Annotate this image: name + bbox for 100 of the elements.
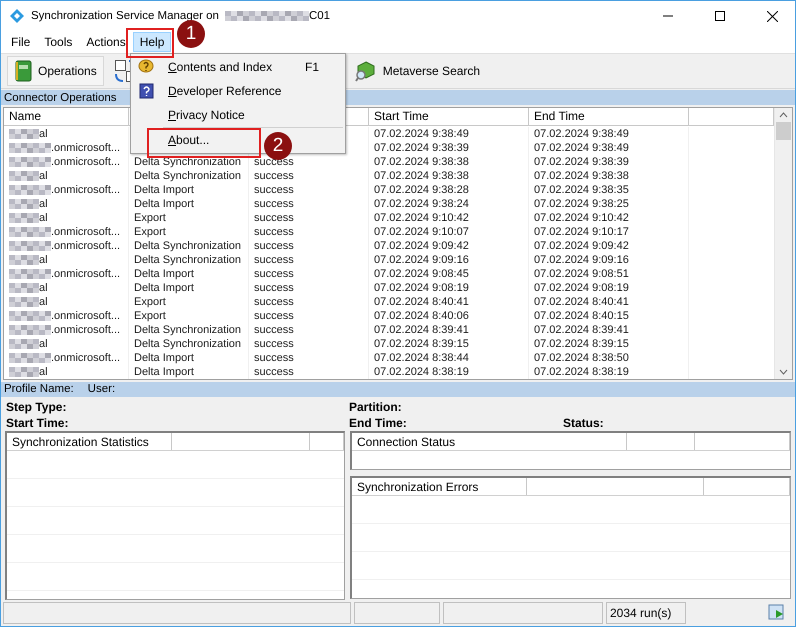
- menu-entry[interactable]: Contents and Index: [168, 60, 272, 74]
- column-header[interactable]: Name: [4, 108, 129, 126]
- help-icon: [138, 59, 154, 75]
- column-header[interactable]: [704, 478, 790, 496]
- table-cell: Delta Synchronization: [129, 252, 249, 267]
- table-cell: 07.02.2024 9:09:16: [369, 252, 529, 267]
- redaction-mosaic: [9, 198, 39, 209]
- table-cell: success: [249, 252, 369, 267]
- table-cell: 07.02.2024 9:08:45: [369, 266, 529, 281]
- column-header[interactable]: [689, 108, 774, 126]
- column-header[interactable]: Synchronization Errors: [352, 478, 527, 496]
- column-header[interactable]: [172, 433, 310, 450]
- redaction-mosaic: [9, 352, 51, 363]
- table-cell: 07.02.2024 8:38:50: [529, 350, 689, 365]
- redaction-mosaic: [9, 310, 51, 321]
- table-cell: 07.02.2024 8:40:41: [529, 294, 689, 309]
- redaction-mosaic: [9, 226, 51, 237]
- table-cell: Delta Import: [129, 280, 249, 295]
- table-cell: 07.02.2024 8:38:19: [529, 364, 689, 379]
- column-header[interactable]: [527, 478, 704, 496]
- table-cell: 07.02.2024 9:09:16: [529, 252, 689, 267]
- table-cell: 07.02.2024 9:38:28: [369, 182, 529, 197]
- table-cell: al: [4, 168, 129, 183]
- column-header[interactable]: Start Time: [369, 108, 529, 126]
- table-cell: .onmicrosoft...: [4, 224, 129, 239]
- detail-label: Step Type:: [6, 400, 68, 416]
- column-header[interactable]: End Time: [529, 108, 689, 126]
- table-cell: 07.02.2024 9:38:38: [529, 168, 689, 183]
- table-cell: al: [4, 196, 129, 211]
- table-cell: Export: [129, 210, 249, 225]
- table-cell: 07.02.2024 9:38:38: [369, 168, 529, 183]
- redaction-mosaic: [9, 338, 39, 349]
- metaverse-search-button[interactable]: Metaverse Search: [348, 56, 488, 86]
- table-cell: 07.02.2024 9:09:42: [369, 238, 529, 253]
- maximize-icon[interactable]: [715, 11, 725, 21]
- table-cell: success: [249, 364, 369, 379]
- table-cell: 07.02.2024 9:38:38: [369, 154, 529, 169]
- table-cell: 07.02.2024 8:39:41: [529, 322, 689, 337]
- menu-item[interactable]: Actions: [79, 32, 133, 52]
- table-cell: Delta Import: [129, 196, 249, 211]
- table-cell: 07.02.2024 9:10:42: [529, 210, 689, 225]
- table-cell: Delta Synchronization: [129, 322, 249, 337]
- table-cell: al: [4, 252, 129, 267]
- menu-item[interactable]: Tools: [37, 32, 80, 52]
- table-cell: Delta Import: [129, 364, 249, 379]
- table-cell: .onmicrosoft...: [4, 182, 129, 197]
- column-header[interactable]: [695, 433, 790, 450]
- menu-entry[interactable]: About...: [168, 133, 210, 147]
- table-cell: success: [249, 336, 369, 351]
- column-header[interactable]: Synchronization Statistics: [7, 433, 172, 450]
- table-cell: success: [249, 266, 369, 281]
- table-cell: 07.02.2024 8:38:19: [369, 364, 529, 379]
- table-cell: success: [249, 294, 369, 309]
- redaction-mosaic: [9, 240, 51, 251]
- table-cell: Export: [129, 308, 249, 323]
- detail-label: Partition:: [349, 400, 403, 416]
- redaction-mosaic: [9, 170, 39, 181]
- table-cell: success: [249, 350, 369, 365]
- table-cell: al: [4, 336, 129, 351]
- table-cell: Delta Import: [129, 182, 249, 197]
- menu-item[interactable]: Help: [132, 32, 172, 52]
- table-cell: 07.02.2024 9:10:42: [369, 210, 529, 225]
- operations-button[interactable]: Operations: [7, 56, 104, 86]
- menu-entry[interactable]: Privacy Notice: [168, 108, 245, 122]
- redaction-mosaic: [9, 366, 39, 377]
- column-header[interactable]: [310, 433, 344, 450]
- table-cell: 07.02.2024 8:40:41: [369, 294, 529, 309]
- cube-search-icon: [354, 60, 377, 82]
- detail-label: Status:: [563, 416, 605, 432]
- profile-label: Profile Name:: [4, 383, 74, 396]
- close-icon[interactable]: [766, 10, 778, 22]
- redaction-mosaic: [9, 324, 51, 335]
- table-cell: 07.02.2024 9:38:39: [529, 154, 689, 169]
- table-cell: 07.02.2024 8:38:44: [369, 350, 529, 365]
- scroll-thumb[interactable]: [776, 122, 791, 140]
- menu-item[interactable]: File: [4, 32, 38, 52]
- redaction-mosaic: [9, 156, 51, 167]
- table-cell: success: [249, 280, 369, 295]
- table-cell: Delta Import: [129, 266, 249, 281]
- table-cell: 07.02.2024 9:38:49: [529, 140, 689, 155]
- redaction-mosaic: [9, 128, 39, 139]
- table-cell: 07.02.2024 9:38:25: [529, 196, 689, 211]
- table-cell: .onmicrosoft...: [4, 238, 129, 253]
- table-cell: 07.02.2024 9:08:19: [369, 280, 529, 295]
- table-cell: .onmicrosoft...: [4, 154, 129, 169]
- column-header[interactable]: [627, 433, 695, 450]
- column-header[interactable]: Connection Status: [352, 433, 627, 450]
- redaction-mosaic: [9, 142, 51, 153]
- table-cell: Delta Synchronization: [129, 168, 249, 183]
- table-cell: al: [4, 294, 129, 309]
- table-cell: al: [4, 210, 129, 225]
- table-cell: 07.02.2024 9:08:51: [529, 266, 689, 281]
- app-logo-icon: [9, 8, 25, 24]
- table-cell: 07.02.2024 8:39:15: [529, 336, 689, 351]
- scrollbar[interactable]: [774, 108, 792, 379]
- menu-entry[interactable]: Developer Reference: [168, 84, 282, 98]
- table-cell: 07.02.2024 9:38:49: [369, 126, 529, 141]
- table-cell: 07.02.2024 9:38:49: [529, 126, 689, 141]
- table-cell: .onmicrosoft...: [4, 322, 129, 337]
- redaction-mosaic: [9, 184, 51, 195]
